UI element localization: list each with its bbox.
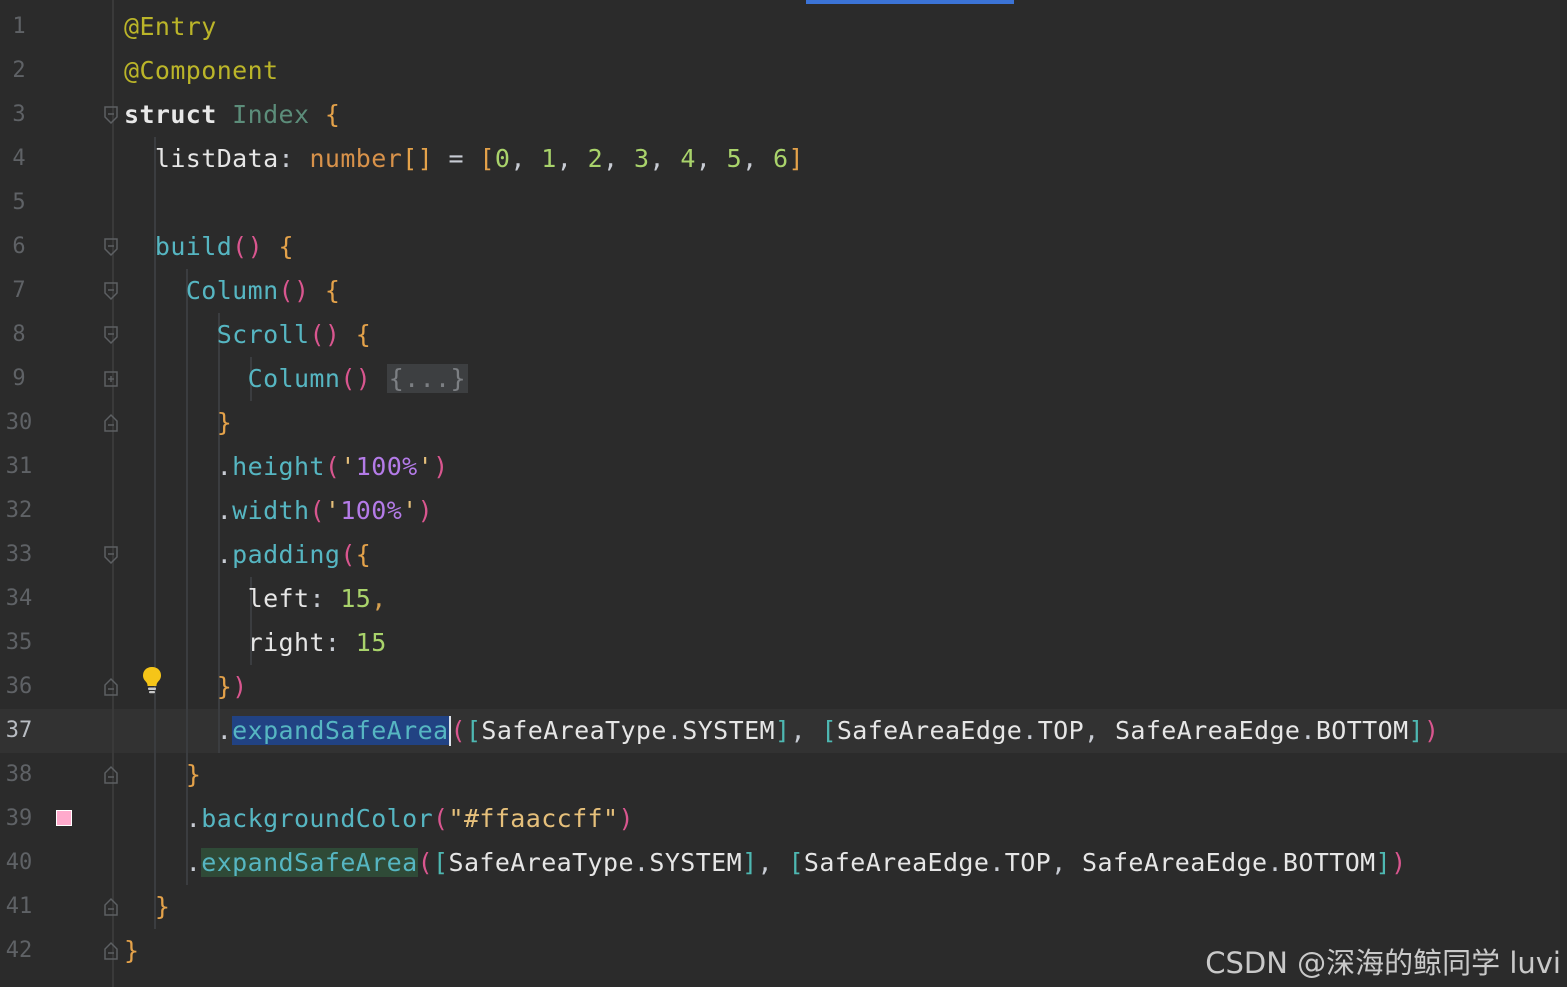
fold-collapse-icon[interactable]: [103, 897, 119, 917]
line-number[interactable]: 34: [0, 585, 38, 613]
code-text: .backgroundColor("#ffaaccff"): [124, 804, 634, 833]
selected-text: expandSafeArea: [232, 716, 449, 745]
code-line[interactable]: 6 build() {: [0, 225, 1567, 269]
code-text: .height('100%'): [124, 452, 449, 481]
code-editor[interactable]: 1 @Entry 2 @Component 3 struct Index { 4 listD…: [0, 0, 1567, 987]
code-text: struct Index {: [124, 100, 341, 129]
code-line[interactable]: 35 right: 15: [0, 621, 1567, 665]
fold-collapse-icon[interactable]: [103, 413, 119, 433]
line-number[interactable]: 38: [0, 761, 38, 789]
fold-collapse-icon[interactable]: [103, 237, 119, 257]
fold-collapse-icon[interactable]: [103, 325, 119, 345]
code-text: }: [216, 408, 233, 437]
code-text: .expandSafeArea([SafeAreaType.SYSTEM], […: [124, 848, 1407, 877]
line-number[interactable]: 35: [0, 629, 38, 657]
line-number[interactable]: 40: [0, 849, 38, 877]
code-text: left: 15,: [247, 584, 387, 613]
code-text: }: [124, 936, 140, 965]
line-number[interactable]: 39: [0, 805, 38, 833]
code-line[interactable]: 2 @Component: [0, 49, 1567, 93]
code-text: right: 15: [247, 628, 387, 657]
fold-collapse-icon[interactable]: [103, 105, 119, 125]
line-number[interactable]: 32: [0, 497, 38, 525]
line-number[interactable]: 6: [0, 233, 38, 261]
watermark: CSDN @深海的鲸同学 luvi: [1205, 946, 1561, 980]
code-line[interactable]: 32 .width('100%'): [0, 489, 1567, 533]
line-number[interactable]: 8: [0, 321, 38, 349]
line-number[interactable]: 5: [0, 189, 38, 217]
line-number[interactable]: 41: [0, 893, 38, 921]
indent-guide: [154, 181, 156, 225]
code-text: Column() {: [185, 276, 341, 305]
code-line[interactable]: 36 }): [0, 665, 1567, 709]
code-line[interactable]: 1 @Entry: [0, 5, 1567, 49]
code-text: listData: number[] = [0, 1, 2, 3, 4, 5, …: [154, 144, 804, 173]
code-line[interactable]: 39 .backgroundColor("#ffaaccff"): [0, 797, 1567, 841]
code-line[interactable]: 41 }: [0, 885, 1567, 929]
line-number[interactable]: 31: [0, 453, 38, 481]
fold-collapse-icon[interactable]: [103, 677, 119, 697]
code-text: build() {: [154, 232, 294, 261]
code-text: }: [154, 892, 171, 921]
code-line[interactable]: 30 }: [0, 401, 1567, 445]
line-number[interactable]: 33: [0, 541, 38, 569]
line-number[interactable]: 37: [0, 717, 38, 745]
code-text: Column() {...}: [247, 364, 468, 393]
lightbulb-icon[interactable]: [140, 665, 164, 695]
code-text: .padding({: [124, 540, 372, 569]
line-number[interactable]: 2: [0, 57, 38, 85]
code-line[interactable]: 3 struct Index {: [0, 93, 1567, 137]
active-tab-indicator: [806, 0, 1014, 4]
line-number[interactable]: 1: [0, 13, 38, 41]
code-text: .width('100%'): [124, 496, 434, 525]
code-text: @Entry: [124, 12, 217, 41]
code-line[interactable]: 40 .expandSafeArea([SafeAreaType.SYSTEM]…: [0, 841, 1567, 885]
fold-collapse-icon[interactable]: [103, 545, 119, 565]
fold-expand-icon[interactable]: [103, 369, 119, 389]
color-swatch-icon[interactable]: [56, 810, 72, 826]
code-line[interactable]: 33 .padding({: [0, 533, 1567, 577]
line-number[interactable]: 30: [0, 409, 38, 437]
code-line[interactable]: 34 left: 15,: [0, 577, 1567, 621]
code-line[interactable]: 4 listData: number[] = [0, 1, 2, 3, 4, 5…: [0, 137, 1567, 181]
line-number[interactable]: 42: [0, 937, 38, 965]
code-line[interactable]: 9 Column() {...}: [0, 357, 1567, 401]
folded-region[interactable]: {...}: [386, 364, 468, 393]
line-number[interactable]: 9: [0, 365, 38, 393]
code-line[interactable]: 7 Column() {: [0, 269, 1567, 313]
code-line[interactable]: 8 Scroll() {: [0, 313, 1567, 357]
code-text: Scroll() {: [216, 320, 372, 349]
line-number[interactable]: 7: [0, 277, 38, 305]
fold-collapse-icon[interactable]: [103, 765, 119, 785]
code-text: .expandSafeArea([SafeAreaType.SYSTEM], […: [124, 716, 1440, 746]
fold-collapse-icon[interactable]: [103, 281, 119, 301]
line-number[interactable]: 36: [0, 673, 38, 701]
code-line[interactable]: 38 }: [0, 753, 1567, 797]
code-line[interactable]: 5: [0, 181, 1567, 225]
fold-collapse-icon[interactable]: [103, 941, 119, 961]
code-line[interactable]: 37 .expandSafeArea([SafeAreaType.SYSTEM]…: [0, 709, 1567, 753]
line-number[interactable]: 3: [0, 101, 38, 129]
line-number[interactable]: 4: [0, 145, 38, 173]
code-line[interactable]: 31 .height('100%'): [0, 445, 1567, 489]
code-text: }: [185, 760, 202, 789]
code-text: @Component: [124, 56, 279, 85]
